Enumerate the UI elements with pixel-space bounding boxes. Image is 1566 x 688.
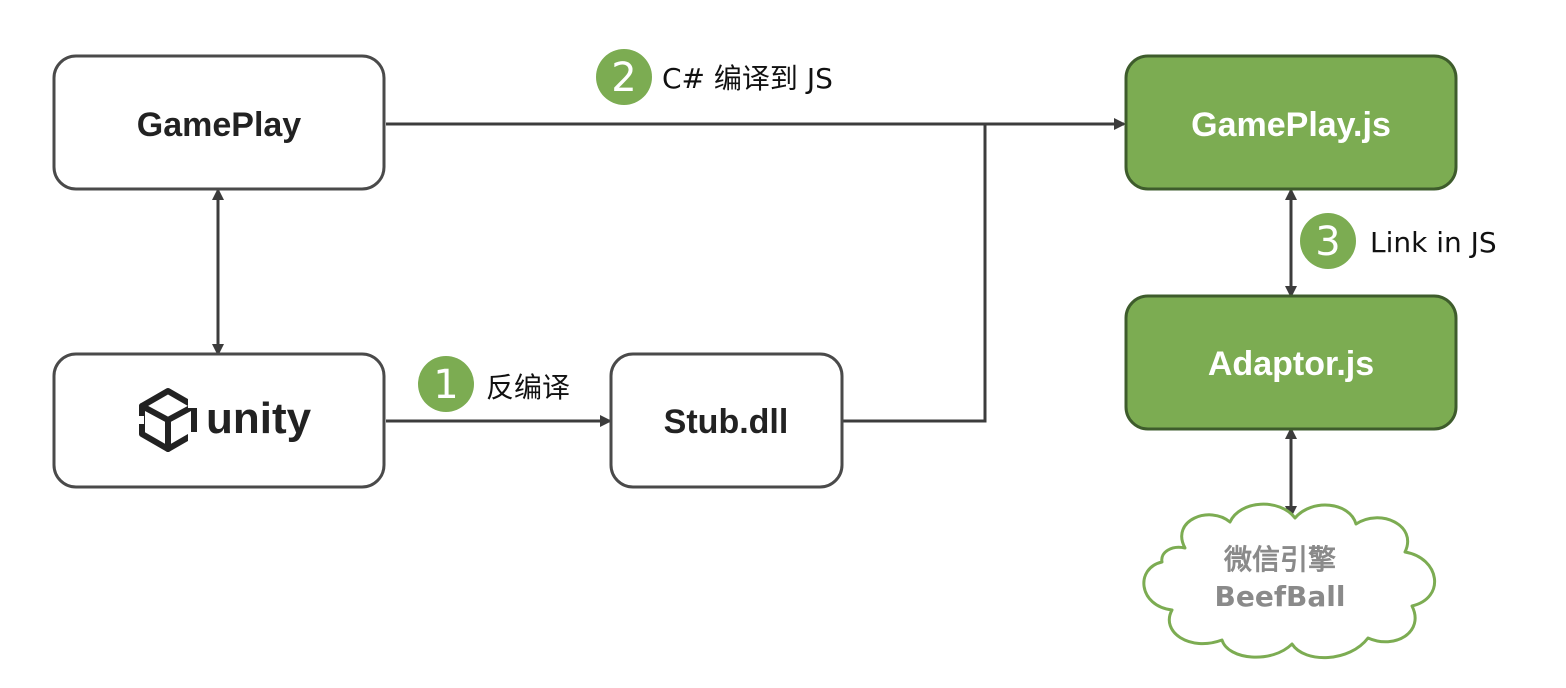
adaptor-js-box-label: Adaptor.js: [1208, 345, 1374, 383]
engine-cloud: 微信引擎 BeefBall: [1142, 502, 1437, 659]
architecture-diagram: GamePlay unity Stub.dll GamePlay.js Adap…: [52, 49, 1497, 659]
step-2-number: 2: [611, 55, 636, 101]
step-3-label: Link in JS: [1370, 226, 1497, 259]
unity-box: unity: [52, 352, 386, 489]
step-3-badge: 3 Link in JS: [1300, 213, 1497, 269]
gameplay-box: GamePlay: [52, 54, 386, 191]
stub-dll-box-label: Stub.dll: [664, 403, 789, 441]
cloud-line-1: 微信引擎: [1223, 543, 1336, 576]
step-1-number: 1: [433, 362, 458, 408]
gameplay-box-label: GamePlay: [137, 106, 302, 144]
unity-box-label: unity: [206, 394, 312, 443]
adaptor-js-box: Adaptor.js: [1124, 294, 1458, 431]
step-1-label: 反编译: [486, 371, 570, 404]
stub-dll-box: Stub.dll: [609, 352, 844, 489]
cloud-line-2: BeefBall: [1215, 580, 1346, 613]
gameplay-js-box-label: GamePlay.js: [1191, 106, 1391, 144]
step-2-label: C# 编译到 JS: [662, 62, 833, 95]
line-stub-to-merge: [843, 124, 987, 423]
step-3-number: 3: [1315, 219, 1340, 265]
gameplay-js-box: GamePlay.js: [1124, 54, 1458, 191]
step-2-badge: 2 C# 编译到 JS: [596, 49, 833, 105]
step-1-badge: 1 反编译: [418, 356, 570, 412]
